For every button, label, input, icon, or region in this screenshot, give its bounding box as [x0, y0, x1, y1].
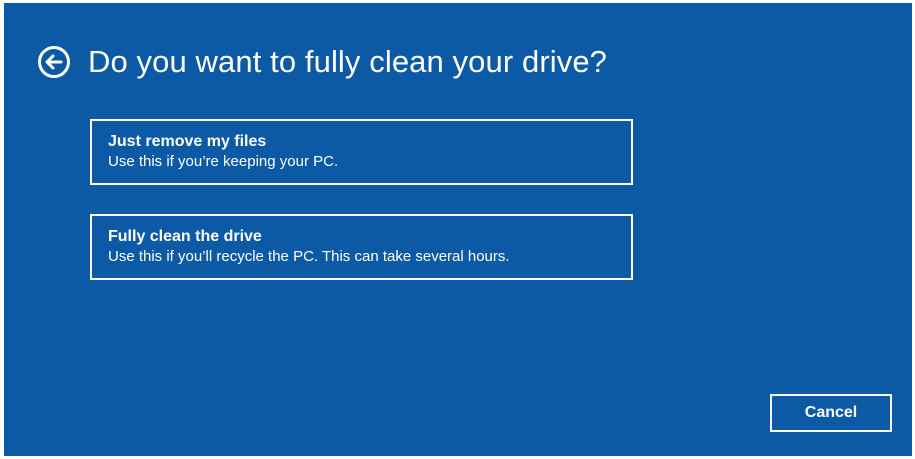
cancel-button[interactable]: Cancel: [770, 394, 892, 432]
page-title: Do you want to fully clean your drive?: [88, 44, 608, 79]
header: Do you want to fully clean your drive?: [36, 41, 607, 83]
option-title: Fully clean the drive: [108, 228, 262, 245]
reset-dialog-screen: Do you want to fully clean your drive? J…: [4, 3, 912, 456]
option-fully-clean-drive[interactable]: Fully clean the drive Use this if you’ll…: [90, 214, 633, 280]
option-just-remove-files[interactable]: Just remove my files Use this if you’re …: [90, 119, 633, 185]
option-description: Use this if you’ll recycle the PC. This …: [108, 248, 510, 265]
back-button[interactable]: [36, 44, 72, 80]
option-title: Just remove my files: [108, 133, 267, 150]
option-description: Use this if you’re keeping your PC.: [108, 153, 339, 170]
back-arrow-circle-icon: [38, 46, 70, 78]
